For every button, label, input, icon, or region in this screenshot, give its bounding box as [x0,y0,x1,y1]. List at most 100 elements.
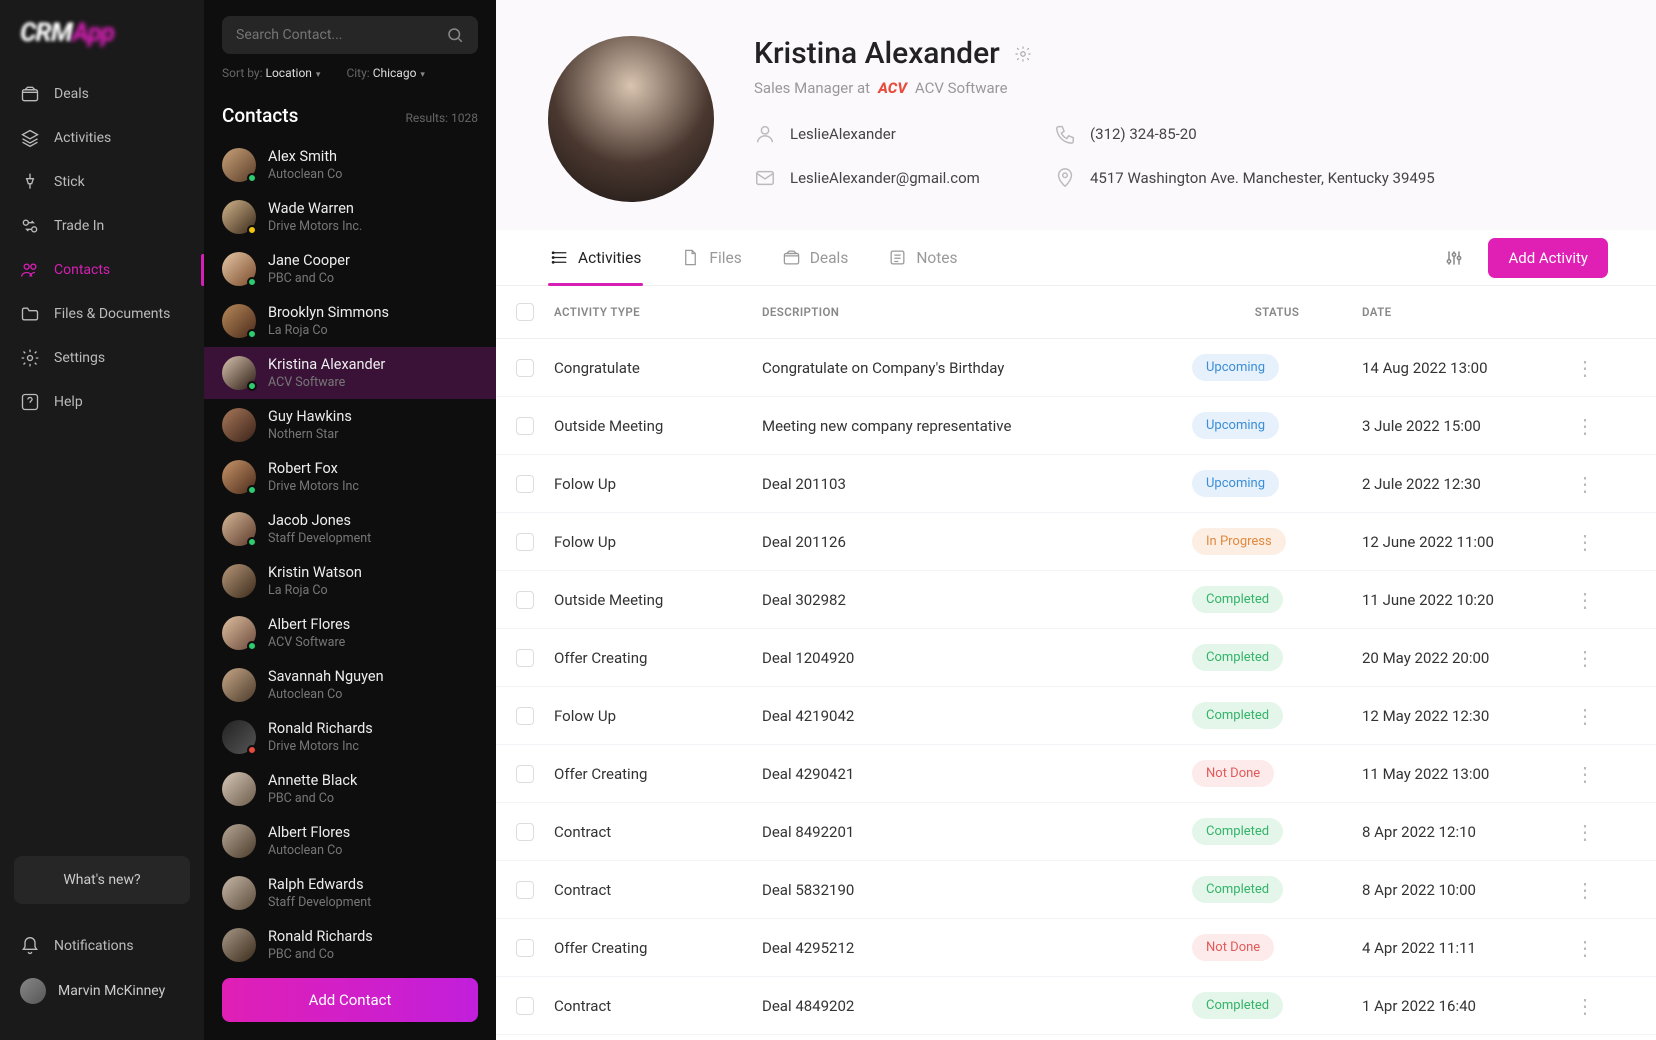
contact-row[interactable]: Kristina AlexanderACV Software [204,347,496,399]
contact-company: Autoclean Co [268,167,342,182]
nav-label: Stick [54,174,85,190]
cell-activity-type: Folow Up [554,533,762,551]
current-user[interactable]: Marvin McKinney [0,968,204,1014]
contact-row[interactable]: Jacob JonesStaff Development [204,503,496,555]
nav-item-stick[interactable]: Stick [0,160,204,204]
contact-row[interactable]: Ralph EdwardsStaff Development [204,867,496,919]
contact-company: PBC and Co [268,947,373,962]
results-count: Results: 1028 [406,111,478,125]
avatar [222,408,256,442]
avatar [222,928,256,962]
nav-notifications[interactable]: Notifications [0,924,204,968]
help-icon [20,392,40,412]
row-more-button[interactable]: ⋮ [1562,880,1608,900]
row-more-button[interactable]: ⋮ [1562,358,1608,378]
user-name: Marvin McKinney [58,983,165,999]
cell-activity-type: Offer Creating [554,939,762,957]
row-checkbox[interactable] [516,997,534,1015]
gear-icon[interactable] [1014,45,1032,63]
row-more-button[interactable]: ⋮ [1562,416,1608,436]
cell-date: 8 Apr 2022 10:00 [1362,881,1562,899]
row-more-button[interactable]: ⋮ [1562,764,1608,784]
nav-item-files-documents[interactable]: Files & Documents [0,292,204,336]
row-checkbox[interactable] [516,591,534,609]
contact-row[interactable]: Guy HawkinsNothern Star [204,399,496,451]
sort-value[interactable]: Location▾ [265,66,320,80]
row-more-button[interactable]: ⋮ [1562,706,1608,726]
contact-name: Annette Black [268,772,357,790]
cell-description: Congratulate on Company's Birthday [762,359,1192,377]
contact-row[interactable]: Brooklyn SimmonsLa Roja Co [204,295,496,347]
row-checkbox[interactable] [516,939,534,957]
row-more-button[interactable]: ⋮ [1562,532,1608,552]
contact-row[interactable]: Robert FoxDrive Motors Inc [204,451,496,503]
search-input-wrap[interactable] [222,16,478,54]
nav-item-contacts[interactable]: Contacts [0,248,204,292]
chevron-down-icon: ▾ [316,70,321,80]
contact-row[interactable]: Annette BlackPBC and Co [204,763,496,815]
role-prefix: Sales Manager at [754,79,870,97]
row-checkbox[interactable] [516,707,534,725]
contact-row[interactable]: Albert FloresAutoclean Co [204,815,496,867]
filter-settings-button[interactable] [1436,240,1472,276]
select-all-checkbox[interactable] [516,303,534,321]
row-checkbox[interactable] [516,475,534,493]
contact-row[interactable]: Ronald RichardsPBC and Co [204,919,496,971]
tab-notes[interactable]: Notes [886,230,959,285]
row-checkbox[interactable] [516,649,534,667]
nav-label: Settings [54,350,105,366]
contact-row[interactable]: Ronald RichardsDrive Motors Inc [204,711,496,763]
nav-item-deals[interactable]: Deals [0,72,204,116]
row-checkbox[interactable] [516,533,534,551]
nav-item-help[interactable]: Help [0,380,204,424]
box-icon [20,84,40,104]
status-badge: Completed [1192,702,1283,729]
row-checkbox[interactable] [516,823,534,841]
contact-name: Kristin Watson [268,564,362,582]
contact-company: Autoclean Co [268,843,350,858]
add-activity-button[interactable]: Add Activity [1488,238,1608,278]
row-checkbox[interactable] [516,765,534,783]
nav-item-settings[interactable]: Settings [0,336,204,380]
nav-label: Files & Documents [54,306,170,322]
contact-name: Ronald Richards [268,928,373,946]
nav-item-trade-in[interactable]: Trade In [0,204,204,248]
whats-new-card[interactable]: What's new? [14,856,190,904]
cell-date: 2 Jule 2022 12:30 [1362,475,1562,493]
search-input[interactable] [236,27,446,43]
cell-description: Deal 302982 [762,591,1192,609]
nav-item-activities[interactable]: Activities [0,116,204,160]
contact-row[interactable]: Kristin WatsonLa Roja Co [204,555,496,607]
cell-activity-type: Contract [554,881,762,899]
tab-activities[interactable]: Activities [548,230,643,285]
tab-files[interactable]: Files [679,230,743,285]
sidebar: CRMApp DealsActivitiesStickTrade InConta… [0,0,204,1040]
tab-label: Deals [810,249,849,267]
row-checkbox[interactable] [516,359,534,377]
contact-row[interactable]: Savannah NguyenAutoclean Co [204,659,496,711]
cell-date: 14 Aug 2022 13:00 [1362,359,1562,377]
status-dot [247,745,257,755]
row-more-button[interactable]: ⋮ [1562,822,1608,842]
phone-field: (312) 324-85-20 [1054,123,1608,145]
contact-row[interactable]: Alex SmithAutoclean Co [204,139,496,191]
tab-label: Notes [916,249,957,267]
row-checkbox[interactable] [516,881,534,899]
cell-date: 3 Jule 2022 15:00 [1362,417,1562,435]
row-more-button[interactable]: ⋮ [1562,938,1608,958]
row-checkbox[interactable] [516,417,534,435]
row-more-button[interactable]: ⋮ [1562,474,1608,494]
contact-row[interactable]: Albert FloresACV Software [204,607,496,659]
city-value[interactable]: Chicago▾ [373,66,425,80]
row-more-button[interactable]: ⋮ [1562,590,1608,610]
add-contact-button[interactable]: Add Contact [222,978,478,1022]
row-more-button[interactable]: ⋮ [1562,996,1608,1016]
avatar [222,460,256,494]
tab-deals[interactable]: Deals [780,230,851,285]
contact-name: Jane Cooper [268,252,350,270]
avatar [222,148,256,182]
contact-row[interactable]: Wade WarrenDrive Motors Inc. [204,191,496,243]
row-more-button[interactable]: ⋮ [1562,648,1608,668]
tab-label: Activities [578,249,641,267]
contact-row[interactable]: Jane CooperPBC and Co [204,243,496,295]
